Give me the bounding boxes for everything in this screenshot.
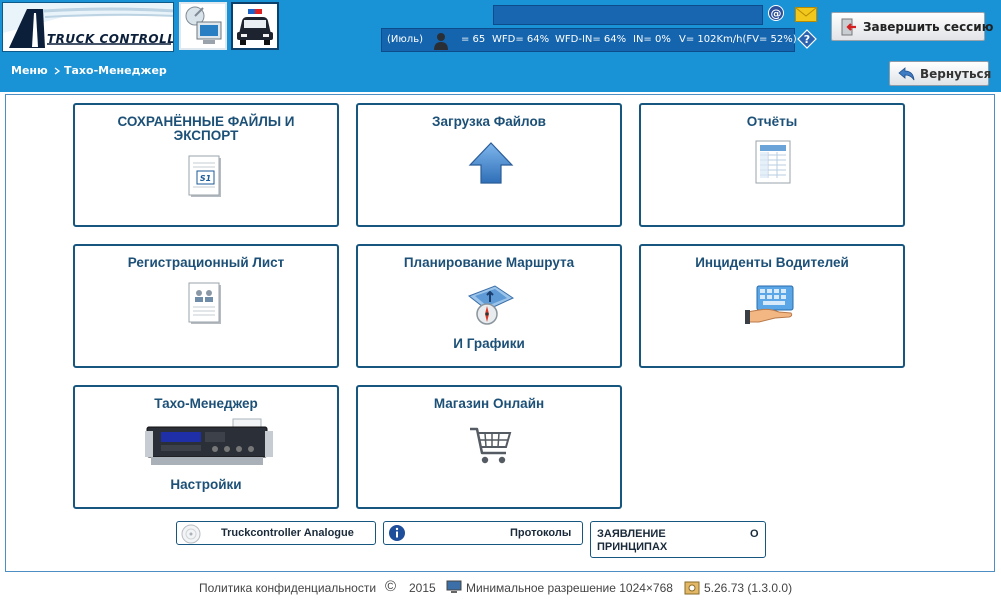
status-strip: (Июль) = 65 WFD= 64% WFD-IN= 64% IN= 0% … xyxy=(381,28,797,52)
info-icon xyxy=(389,525,405,541)
version-number: 5.26.73 (1.3.0.0) xyxy=(704,581,793,595)
tachograph-icon xyxy=(145,418,273,465)
svg-text:S1: S1 xyxy=(200,174,211,183)
tile-title: СОХРАНЁННЫЕ ФАЙЛЫ И ЭКСПОРТ xyxy=(117,114,295,143)
tile-title: Загрузка Файлов xyxy=(432,114,546,129)
logo-text: TRUCK CONTROLLER xyxy=(47,32,173,46)
police-car-icon[interactable] xyxy=(231,2,279,50)
tile-reports[interactable]: Отчёты xyxy=(639,103,905,227)
keyboard-hand-icon xyxy=(745,285,794,324)
statement-label-3: ПРИНЦИПАХ xyxy=(597,541,668,553)
document-si-icon: S1 xyxy=(188,155,221,197)
footer-year: 2015 xyxy=(409,581,436,595)
protocols-button[interactable]: Протоколы xyxy=(383,521,583,545)
shopping-cart-icon xyxy=(470,427,512,464)
tile-driver-incidents[interactable]: Инциденты Водителей xyxy=(639,244,905,368)
breadcrumb-separator-icon xyxy=(54,67,60,75)
breadcrumb-menu[interactable]: Меню xyxy=(11,64,48,77)
analogue-label: Truckcontroller Analogue xyxy=(221,527,354,539)
version-box-icon xyxy=(684,581,700,595)
driver-person-icon xyxy=(434,33,448,50)
statement-label-1: ЗАЯВЛЕНИЕ xyxy=(597,528,666,540)
logout-label: Завершить сессию xyxy=(863,20,994,34)
tile-upload-files[interactable]: Загрузка Файлов xyxy=(356,103,622,227)
tile-title: Отчёты xyxy=(746,114,798,129)
back-button[interactable]: Вернуться xyxy=(889,61,992,86)
breadcrumb-current: Тахо-Менеджер xyxy=(64,64,167,77)
tile-title: Тахо-Менеджер xyxy=(154,396,258,411)
exit-door-icon xyxy=(841,18,856,36)
status-wfd: WFD= 64% xyxy=(492,34,550,45)
principles-statement-button[interactable]: ЗАЯВЛЕНИЕ О ПРИНЦИПАХ xyxy=(590,521,766,558)
registration-sheet-icon xyxy=(188,282,221,324)
back-arrow-icon xyxy=(898,67,915,81)
message-bar[interactable] xyxy=(493,5,763,25)
privacy-link[interactable]: Политика конфиденциальности xyxy=(199,581,376,595)
tile-online-shop[interactable]: Магазин Онлайн xyxy=(356,385,622,509)
status-speed: V= 102Km/h(FV= 52%) xyxy=(679,34,797,45)
monitor-icon xyxy=(446,580,462,593)
upload-arrow-icon xyxy=(468,142,514,184)
tile-tacho-manager-settings[interactable]: Тахо-Менеджер Настройки xyxy=(73,385,339,509)
tile-title: Регистрационный Лист xyxy=(127,255,285,270)
help-question-icon[interactable]: ? xyxy=(797,29,817,49)
logout-button[interactable]: Завершить сессию xyxy=(831,12,993,41)
statement-label-2: О xyxy=(750,528,759,540)
route-planning-icon xyxy=(467,285,515,325)
status-wfd-in: WFD-IN= 64% xyxy=(555,34,627,45)
mail-envelope-icon[interactable] xyxy=(795,7,817,22)
min-resolution: Минимальное разрешение 1024×768 xyxy=(466,581,673,595)
spreadsheet-report-icon xyxy=(755,140,791,184)
truck-controller-logo[interactable]: TRUCK CONTROLLER xyxy=(2,2,174,52)
tile-title: Инциденты Водителей xyxy=(695,255,849,270)
tile-saved-files-export[interactable]: СОХРАНЁННЫЕ ФАЙЛЫ И ЭКСПОРТ S1 xyxy=(73,103,339,227)
network-computer-icon[interactable] xyxy=(179,2,227,50)
protocols-label: Протоколы xyxy=(510,527,572,539)
analogue-disc-icon xyxy=(181,524,201,544)
status-month: (Июль) xyxy=(387,34,423,45)
tile-registration-sheet[interactable]: Регистрационный Лист xyxy=(73,244,339,368)
analogue-button[interactable]: Truckcontroller Analogue xyxy=(176,521,376,545)
email-at-icon[interactable]: @ xyxy=(768,5,784,21)
footer: Политика конфиденциальности © 2015 Миним… xyxy=(0,578,1001,600)
back-label: Вернуться xyxy=(920,67,992,81)
tile-title: Магазин Онлайн xyxy=(433,396,545,411)
tile-subtitle: И Графики xyxy=(453,336,525,351)
status-in: IN= 0% xyxy=(633,34,671,45)
tile-title: Планирование Маршрута xyxy=(403,255,575,270)
tile-route-planning[interactable]: Планирование Маршрута И Графики xyxy=(356,244,622,368)
copyright-icon: © xyxy=(385,578,397,595)
tile-subtitle: Настройки xyxy=(170,477,242,492)
status-count: = 65 xyxy=(461,34,486,45)
svg-text:?: ? xyxy=(804,33,810,46)
